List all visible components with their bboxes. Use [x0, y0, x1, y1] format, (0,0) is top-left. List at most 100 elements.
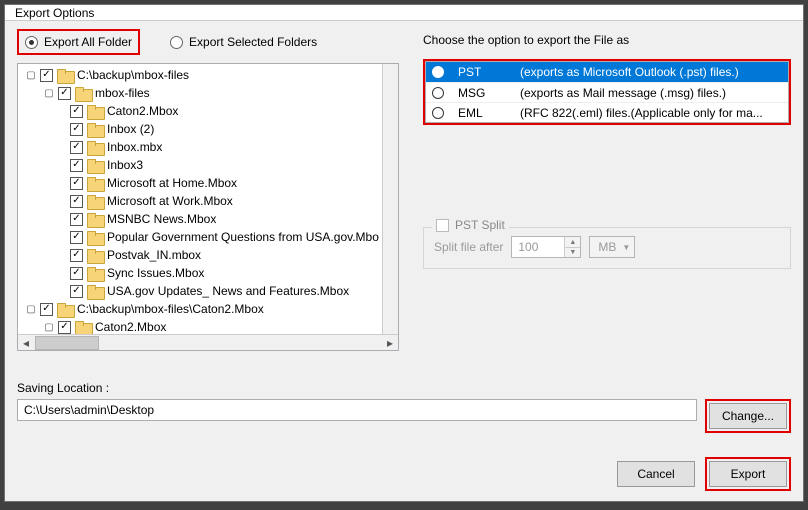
radio-icon	[432, 107, 444, 119]
format-name: EML	[458, 106, 506, 120]
tree-label: Inbox (2)	[107, 122, 154, 136]
tree-node[interactable]: ✓ Inbox (2)	[22, 120, 382, 138]
tree-node-root[interactable]: ▢ ✓ C:\backup\mbox-files	[22, 66, 382, 84]
tree-node[interactable]: ✓Inbox.mbx	[22, 138, 382, 156]
pst-split-checkbox[interactable]	[436, 219, 449, 232]
window-titlebar: Export Options	[5, 5, 803, 21]
tree-node[interactable]: ✓Postvak_IN.mbox	[22, 246, 382, 264]
tree-checkbox[interactable]: ✓	[70, 177, 83, 190]
tree-checkbox[interactable]: ✓	[70, 249, 83, 262]
format-list: PST (exports as Microsoft Outlook (.pst)…	[425, 61, 789, 123]
folder-icon	[87, 177, 103, 190]
tree-checkbox[interactable]: ✓	[70, 195, 83, 208]
radio-icon	[25, 36, 38, 49]
export-button-highlight: Export	[705, 457, 791, 491]
tree-node[interactable]: ✓USA.gov Updates_ News and Features.Mbox	[22, 282, 382, 300]
tree-label: Inbox3	[107, 158, 143, 172]
split-size-value: 100	[512, 240, 564, 254]
tree-checkbox[interactable]: ✓	[70, 267, 83, 280]
split-unit-combo[interactable]: MB ▼	[589, 236, 635, 258]
cancel-button[interactable]: Cancel	[617, 461, 695, 487]
folder-icon	[57, 69, 73, 82]
folder-icon	[87, 285, 103, 298]
tree-checkbox[interactable]: ✓	[58, 321, 71, 334]
split-after-label: Split file after	[434, 240, 503, 254]
radio-icon	[432, 66, 444, 78]
folder-tree: ▢ ✓ C:\backup\mbox-files ▢ ✓ mbox-files …	[17, 63, 399, 351]
collapse-icon[interactable]: ▢	[44, 88, 54, 99]
right-column: Choose the option to export the File as …	[423, 29, 791, 269]
export-options-dialog: Export Options Export All Folder Export …	[4, 4, 804, 502]
tree-node-root[interactable]: ▢ ✓ C:\backup\mbox-files\Caton2.Mbox	[22, 300, 382, 318]
format-option-msg[interactable]: MSG (exports as Mail message (.msg) file…	[426, 82, 788, 102]
pst-split-controls: Split file after 100 ▲ ▼ MB ▼	[434, 236, 780, 258]
folder-icon	[87, 141, 103, 154]
collapse-icon[interactable]: ▢	[44, 322, 54, 333]
saving-path-input[interactable]: C:\Users\admin\Desktop	[17, 399, 697, 421]
split-unit-value: MB	[598, 240, 616, 254]
mode-radio-row: Export All Folder Export Selected Folder…	[17, 29, 399, 55]
change-button[interactable]: Change...	[709, 403, 787, 429]
export-button[interactable]: Export	[709, 461, 787, 487]
export-selected-radio[interactable]: Export Selected Folders	[164, 31, 323, 53]
export-all-label: Export All Folder	[44, 35, 132, 49]
tree-label: C:\backup\mbox-files\Caton2.Mbox	[77, 302, 264, 316]
tree-checkbox[interactable]: ✓	[40, 303, 53, 316]
tree-checkbox[interactable]: ✓	[70, 285, 83, 298]
format-name: PST	[458, 65, 506, 79]
scroll-thumb[interactable]	[35, 336, 99, 350]
horizontal-scrollbar[interactable]: ◂ ▸	[18, 334, 398, 350]
tree-label: C:\backup\mbox-files	[77, 68, 189, 82]
folder-icon	[87, 249, 103, 262]
tree-label: Microsoft at Work.Mbox	[107, 194, 233, 208]
saving-location-label: Saving Location :	[17, 381, 791, 395]
dialog-content: Export All Folder Export Selected Folder…	[5, 21, 803, 501]
tree-checkbox[interactable]: ✓	[40, 69, 53, 82]
export-all-radio[interactable]: Export All Folder	[17, 29, 140, 55]
tree-label: MSNBC News.Mbox	[107, 212, 216, 226]
tree-checkbox[interactable]: ✓	[58, 87, 71, 100]
tree-node[interactable]: ✓Caton2.Mbox	[22, 102, 382, 120]
spinner-down-icon[interactable]: ▼	[564, 247, 580, 257]
tree-node[interactable]: ▢ ✓ mbox-files	[22, 84, 382, 102]
format-section-title: Choose the option to export the File as	[423, 33, 791, 47]
dialog-button-row: Cancel Export	[17, 457, 791, 491]
format-list-highlight: PST (exports as Microsoft Outlook (.pst)…	[423, 59, 791, 125]
vertical-scrollbar[interactable]	[382, 64, 398, 334]
saving-location-section: Saving Location : C:\Users\admin\Desktop…	[17, 381, 791, 433]
format-name: MSG	[458, 86, 506, 100]
tree-label: mbox-files	[95, 86, 150, 100]
format-desc: (RFC 822(.eml) files.(Applicable only fo…	[520, 106, 763, 120]
folder-icon	[87, 231, 103, 244]
collapse-icon[interactable]: ▢	[26, 70, 36, 81]
collapse-icon[interactable]: ▢	[26, 304, 36, 315]
tree-node[interactable]: ✓Sync Issues.Mbox	[22, 264, 382, 282]
tree-node[interactable]: ✓ Inbox3	[22, 156, 382, 174]
format-option-eml[interactable]: EML (RFC 822(.eml) files.(Applicable onl…	[426, 102, 788, 122]
folder-icon	[87, 195, 103, 208]
folder-icon	[75, 87, 91, 100]
tree-node[interactable]: ✓Popular Government Questions from USA.g…	[22, 228, 382, 246]
radio-icon	[170, 36, 183, 49]
tree-node[interactable]: ✓ Microsoft at Work.Mbox	[22, 192, 382, 210]
tree-node[interactable]: ✓ MSNBC News.Mbox	[22, 210, 382, 228]
scroll-left-icon[interactable]: ◂	[18, 335, 34, 351]
split-size-spinner[interactable]: 100 ▲ ▼	[511, 236, 581, 258]
tree-checkbox[interactable]: ✓	[70, 123, 83, 136]
pst-split-legend: PST Split	[432, 218, 509, 232]
export-selected-label: Export Selected Folders	[189, 35, 317, 49]
spinner-buttons: ▲ ▼	[564, 237, 580, 257]
folder-tree-viewport[interactable]: ▢ ✓ C:\backup\mbox-files ▢ ✓ mbox-files …	[18, 64, 382, 334]
tree-checkbox[interactable]: ✓	[70, 159, 83, 172]
format-option-pst[interactable]: PST (exports as Microsoft Outlook (.pst)…	[426, 62, 788, 82]
folder-icon	[87, 159, 103, 172]
scroll-right-icon[interactable]: ▸	[382, 335, 398, 351]
tree-checkbox[interactable]: ✓	[70, 213, 83, 226]
format-desc: (exports as Microsoft Outlook (.pst) fil…	[520, 65, 739, 79]
spinner-up-icon[interactable]: ▲	[564, 237, 580, 247]
tree-node[interactable]: ✓Microsoft at Home.Mbox	[22, 174, 382, 192]
tree-checkbox[interactable]: ✓	[70, 231, 83, 244]
tree-node[interactable]: ▢ ✓ Caton2.Mbox	[22, 318, 382, 334]
tree-checkbox[interactable]: ✓	[70, 141, 83, 154]
tree-checkbox[interactable]: ✓	[70, 105, 83, 118]
